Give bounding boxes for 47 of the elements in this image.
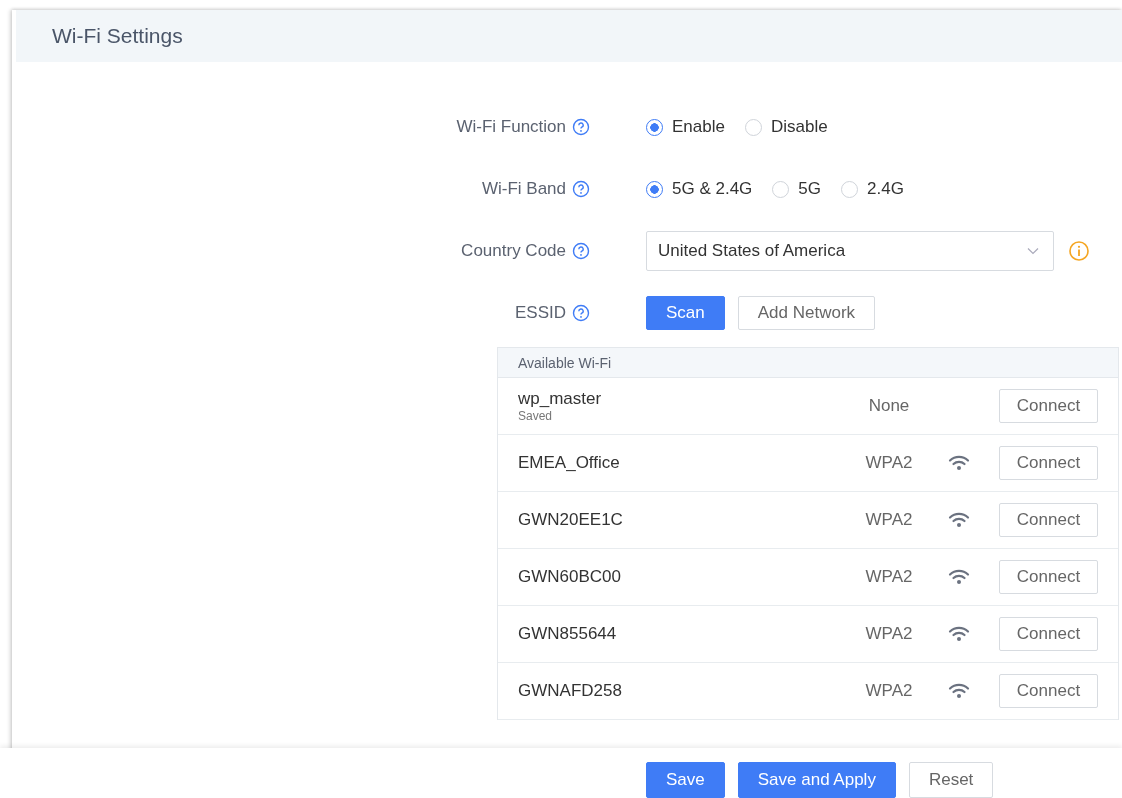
info-icon[interactable] (1068, 240, 1090, 262)
save-button[interactable]: Save and Apply (737, 762, 896, 798)
table-heading: Available Wi-Fi (518, 354, 612, 371)
network-name: GWN60BC00 (518, 567, 622, 587)
security-type: None (867, 396, 911, 416)
connect-button[interactable]: Connect (999, 503, 1098, 537)
connect-button[interactable]: Connect (999, 446, 1098, 480)
chevron-down-icon (1027, 247, 1039, 255)
help-icon[interactable] (572, 304, 590, 322)
reset-button[interactable]: Reset (908, 762, 994, 798)
wifi-signal-icon (948, 626, 970, 642)
security-type: WPA2 (864, 567, 914, 587)
wifi-signal-icon (948, 683, 970, 699)
page-title: Wi-Fi Settings (52, 24, 183, 48)
wifi-signal-icon (948, 569, 970, 585)
security-type: WPA2 (864, 624, 914, 644)
help-icon[interactable] (572, 180, 590, 198)
wifi-signal-icon (948, 512, 970, 528)
radio-option[interactable]: Enable (646, 117, 725, 137)
network-name: GWN20EE1C (518, 510, 624, 530)
security-type: WPA2 (864, 510, 914, 530)
help-icon[interactable] (572, 242, 590, 260)
security-type: WPA2 (864, 681, 914, 701)
security-type: WPA2 (864, 453, 914, 473)
network-name: GWNAFD258 (518, 681, 623, 701)
connect-button[interactable]: Connect (999, 617, 1098, 651)
network-name: wp_master (518, 389, 603, 409)
radio-option[interactable]: Disable (744, 117, 828, 137)
scan-button[interactable]: Scan (646, 296, 725, 330)
add-network-button[interactable]: Add Network (737, 296, 876, 330)
field-label: ESSID (514, 303, 566, 323)
country-dropdown[interactable]: United States of America (646, 231, 1054, 271)
field-label: Country Code (461, 241, 566, 261)
connect-button[interactable]: Connect (999, 674, 1098, 708)
radio-option[interactable]: 5G & 2.4G (646, 179, 753, 199)
help-icon[interactable] (572, 118, 590, 136)
network-name: GWN855644 (518, 624, 618, 644)
field-label: Wi-Fi Band (481, 179, 566, 199)
saved-note: Saved (518, 409, 554, 423)
radio-option[interactable]: 2.4G (841, 179, 904, 199)
connect-button[interactable]: Connect (999, 560, 1098, 594)
save-button[interactable]: Save (646, 762, 725, 798)
radio-option[interactable]: 5G (772, 179, 821, 199)
field-label: Wi-Fi Function (456, 117, 566, 137)
connect-button[interactable]: Connect (999, 389, 1098, 423)
wifi-signal-icon (948, 455, 970, 471)
network-name: EMEA_Office (518, 453, 621, 473)
